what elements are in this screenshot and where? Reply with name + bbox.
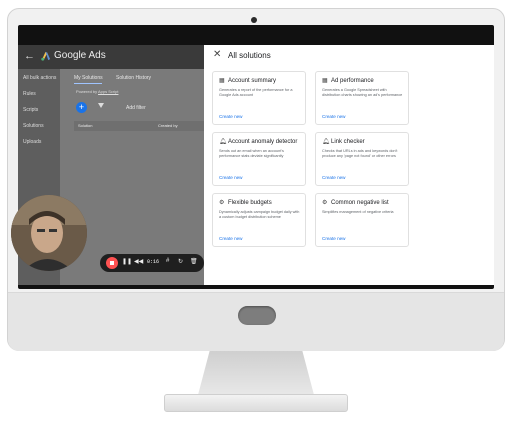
monitor-frame: ← Google Ads All bulk actions Rules Scri… (7, 8, 505, 351)
tab-my-solutions[interactable]: My Solutions (74, 75, 103, 81)
create-new-link[interactable]: Create new (322, 175, 346, 180)
recording-toolbar: ❚❚ ◀◀ 0:16 # ↻ 🗑︎ (100, 254, 204, 272)
nav-item-rules[interactable]: Rules (23, 91, 36, 97)
card-title: Account summary (228, 78, 277, 84)
google-ads-app: ← Google Ads All bulk actions Rules Scri… (18, 45, 494, 285)
gear-icon: ⚙ (219, 200, 225, 206)
all-solutions-panel: ✕ All solutions ▦ Account summary Genera… (204, 45, 494, 285)
card-description: Checks that URLs in ads and keywords don… (322, 149, 398, 158)
card-title: Ad performance (331, 78, 374, 84)
nav-item-scripts[interactable]: Scripts (23, 107, 38, 113)
table-header: Solution Created by (74, 121, 224, 131)
webcam-lens-icon (251, 17, 257, 23)
card-title: Common negative list (331, 200, 389, 206)
powered-by-label: Powered by Apps Script (76, 89, 118, 94)
pause-icon[interactable]: ❚❚ (122, 258, 132, 265)
monitor-base (164, 394, 348, 412)
back-arrow-icon[interactable]: ← (24, 50, 35, 62)
active-tab-indicator (74, 83, 102, 84)
create-new-link[interactable]: Create new (219, 114, 243, 119)
panel-title: All solutions (228, 51, 271, 60)
card-title: Link checker (331, 139, 365, 145)
column-header-created-by[interactable]: Created by (158, 123, 178, 128)
bell-icon: 🔔︎ (219, 139, 227, 145)
card-description: Generates a report of the performance fo… (219, 88, 293, 97)
solution-card-account-anomaly-detector[interactable]: 🔔︎ Account anomaly detector Sends out an… (212, 132, 306, 186)
solution-card-common-negative-list[interactable]: ⚙ Common negative list Simplifies manage… (315, 193, 409, 247)
screen: ← Google Ads All bulk actions Rules Scri… (18, 25, 494, 289)
rewind-icon[interactable]: ◀◀ (134, 258, 143, 265)
solution-card-flexible-budgets[interactable]: ⚙ Flexible budgets Dynamically adjusts c… (212, 193, 306, 247)
restart-icon[interactable]: ↻ (178, 258, 183, 265)
webcam-bubble[interactable] (11, 195, 87, 271)
create-new-link[interactable]: Create new (322, 114, 346, 119)
add-filter-button[interactable]: Add filter (126, 105, 146, 111)
solution-card-ad-performance[interactable]: ▦ Ad performance Generates a Google Spre… (315, 71, 409, 125)
close-icon[interactable]: ✕ (213, 49, 221, 60)
add-button[interactable]: + (76, 102, 87, 113)
powered-by-link[interactable]: Apps Script (98, 89, 118, 94)
tab-solution-history[interactable]: Solution History (116, 75, 151, 81)
table-icon: ▦ (219, 78, 225, 84)
grid-icon[interactable]: # (166, 258, 169, 264)
app-title: Google Ads (54, 50, 106, 61)
google-ads-logo-icon (41, 51, 51, 61)
card-description: Dynamically adjusts campaign budget dail… (219, 210, 300, 219)
delete-icon[interactable]: 🗑︎ (190, 258, 198, 265)
gear-icon: ⚙ (322, 200, 328, 206)
monitor-chin (8, 292, 504, 351)
nav-item-uploads[interactable]: Uploads (23, 139, 41, 145)
filter-icon[interactable] (98, 103, 104, 108)
create-new-link[interactable]: Create new (219, 175, 243, 180)
stop-recording-button[interactable] (106, 257, 118, 269)
nav-item-all-bulk-actions[interactable]: All bulk actions (23, 75, 56, 81)
powered-by-prefix: Powered by (76, 89, 98, 94)
solution-card-account-summary[interactable]: ▦ Account summary Generates a report of … (212, 71, 306, 125)
create-new-link[interactable]: Create new (219, 236, 243, 241)
solution-card-link-checker[interactable]: 🔔︎ Link checker Checks that URLs in ads … (315, 132, 409, 186)
card-description: Sends out an email when an account's per… (219, 149, 284, 158)
nav-item-solutions[interactable]: Solutions (23, 123, 44, 129)
card-description: Generates a Google Spreadsheet with dist… (322, 88, 403, 97)
bell-icon: 🔔︎ (322, 139, 330, 145)
table-icon: ▦ (322, 78, 328, 84)
column-header-solution[interactable]: Solution (78, 123, 92, 128)
monitor-stand (198, 351, 314, 395)
presenter-video-icon (11, 195, 87, 271)
create-new-link[interactable]: Create new (322, 236, 346, 241)
recording-time: 0:16 (147, 259, 160, 265)
card-description: Simplifies management of negative criter… (322, 210, 394, 214)
card-title: Account anomaly detector (228, 139, 298, 145)
power-button (238, 306, 276, 325)
card-title: Flexible budgets (228, 200, 272, 206)
